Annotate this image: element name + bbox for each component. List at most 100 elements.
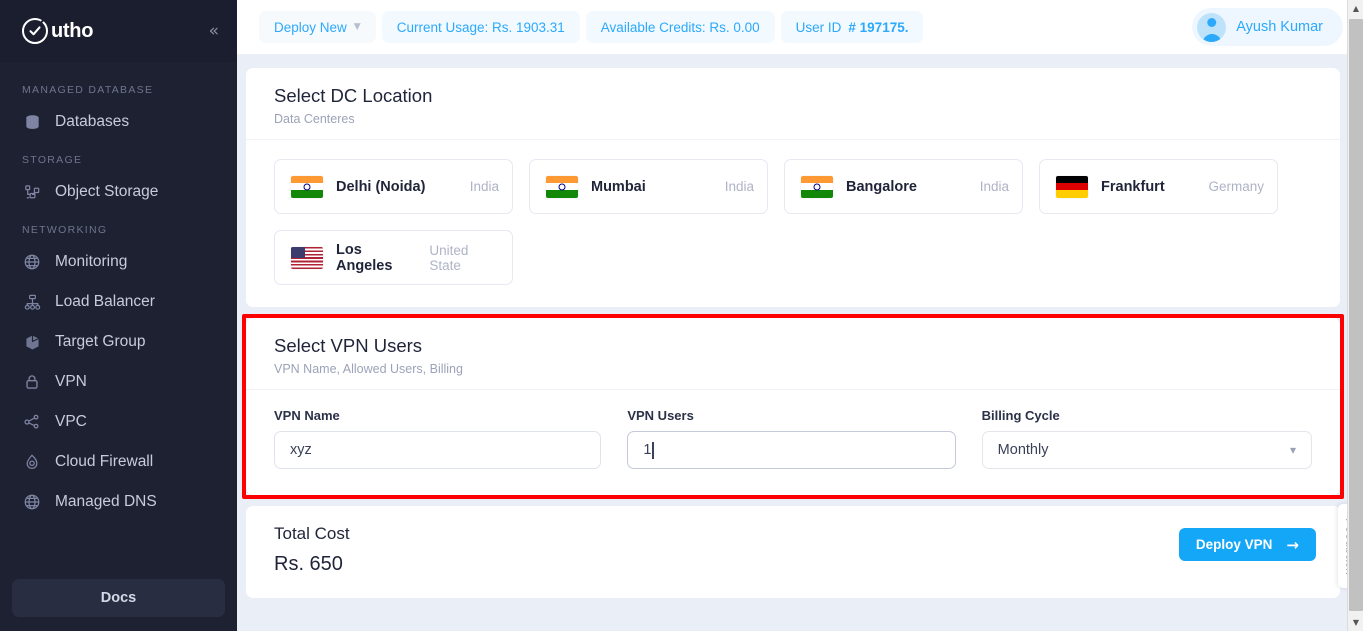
sidebar-nav: MANAGED DATABASE Databases STORAGE Objec… bbox=[0, 62, 237, 522]
dc-city-label: Bangalore bbox=[846, 178, 917, 195]
vpn-users-subtitle: VPN Name, Allowed Users, Billing bbox=[274, 362, 463, 376]
vpn-users-input[interactable]: 1 bbox=[627, 431, 956, 469]
page-title: Select DC Location bbox=[274, 85, 433, 106]
load-balancer-icon bbox=[22, 292, 42, 312]
scrollbar-thumb[interactable] bbox=[1349, 19, 1363, 611]
available-credits-chip[interactable]: Available Credits: Rs. 0.00 bbox=[585, 11, 775, 43]
deploy-new-dropdown[interactable]: Deploy New ▼ bbox=[259, 11, 376, 43]
dc-option-los-angeles[interactable]: Los Angeles United State bbox=[274, 230, 513, 285]
page-scrollbar[interactable]: ▲ ▼ bbox=[1347, 0, 1363, 631]
current-usage-chip[interactable]: Current Usage: Rs. 1903.31 bbox=[381, 11, 580, 43]
dc-location-subtitle: Data Centeres bbox=[274, 112, 355, 126]
vpn-users-section-wrapper: Select VPN Users VPN Name, Allowed Users… bbox=[242, 314, 1344, 499]
firewall-flame-icon bbox=[22, 452, 42, 472]
sidebar-item-vpn[interactable]: VPN bbox=[0, 362, 237, 402]
sidebar-item-label: Databases bbox=[55, 113, 130, 130]
dc-location-grid: Delhi (Noida) India Mumbai India Bangalo… bbox=[246, 140, 1340, 307]
dc-country-label: United State bbox=[429, 242, 469, 273]
sidebar-item-label: Monitoring bbox=[55, 253, 128, 270]
vpn-users-label: VPN Users bbox=[627, 408, 694, 423]
database-icon bbox=[22, 112, 42, 132]
sidebar-item-managed-dns[interactable]: Managed DNS bbox=[0, 482, 237, 522]
chevrons-left-icon[interactable]: « bbox=[209, 22, 219, 40]
sidebar-item-label: Load Balancer bbox=[55, 293, 155, 310]
sidebar-item-object-storage[interactable]: Object Storage bbox=[0, 172, 237, 212]
globe-icon bbox=[22, 252, 42, 272]
flag-india-icon bbox=[291, 175, 323, 198]
sidebar-item-target-group[interactable]: Target Group bbox=[0, 322, 237, 362]
object-storage-icon bbox=[22, 182, 42, 202]
dc-country-label: India bbox=[469, 179, 499, 194]
dc-option-delhi[interactable]: Delhi (Noida) India bbox=[274, 159, 513, 214]
scroll-down-arrow-icon[interactable]: ▼ bbox=[1348, 614, 1363, 631]
user-profile-pill[interactable]: Ayush Kumar bbox=[1192, 8, 1343, 46]
vpn-name-field-group: VPN Name xyz bbox=[274, 408, 602, 469]
user-name-label: Ayush Kumar bbox=[1236, 19, 1323, 35]
sidebar-item-monitoring[interactable]: Monitoring bbox=[0, 242, 237, 282]
sidebar-item-label: Target Group bbox=[55, 333, 146, 350]
deploy-vpn-button[interactable]: Deploy VPN → bbox=[1178, 528, 1316, 561]
vpn-users-value: 1 bbox=[643, 442, 652, 458]
lock-icon bbox=[22, 372, 42, 392]
docs-button[interactable]: Docs bbox=[12, 579, 225, 617]
sidebar-group-label-managed-database: MANAGED DATABASE bbox=[22, 84, 154, 96]
vpn-name-input[interactable]: xyz bbox=[274, 431, 602, 469]
utho-check-logo-icon bbox=[22, 16, 48, 44]
vpn-users-title: Select VPN Users bbox=[274, 335, 423, 356]
dc-city-label: Delhi (Noida) bbox=[336, 178, 426, 195]
user-id-chip[interactable]: User ID # 197175. bbox=[780, 11, 924, 43]
dc-option-frankfurt[interactable]: Frankfurt Germany bbox=[1039, 159, 1278, 214]
total-cost-label: Total Cost bbox=[274, 524, 350, 543]
total-cost-card: Total Cost Rs. 650 Deploy VPN → bbox=[246, 506, 1340, 598]
chevron-down-icon: ▼ bbox=[353, 22, 361, 32]
dc-city-label: Los Angeles bbox=[336, 241, 393, 274]
sidebar-item-label: VPN bbox=[55, 373, 87, 390]
scroll-up-arrow-icon[interactable]: ▲ bbox=[1348, 0, 1363, 17]
vpn-users-field-group: VPN Users 1 bbox=[627, 408, 956, 469]
sidebar-item-databases[interactable]: Databases bbox=[0, 102, 237, 142]
flag-india-icon bbox=[801, 175, 833, 198]
vpn-form-row: VPN Name xyz VPN Users 1 Billing Cycle M… bbox=[246, 390, 1340, 495]
cube-icon bbox=[22, 332, 42, 352]
billing-cycle-field-group: Billing Cycle Monthly ▾ bbox=[981, 408, 1312, 469]
dc-country-label: India bbox=[979, 179, 1009, 194]
sidebar-item-load-balancer[interactable]: Load Balancer bbox=[0, 282, 237, 322]
total-cost-row: Total Cost Rs. 650 Deploy VPN → bbox=[246, 506, 1340, 598]
app-root: utho « MANAGED DATABASE Databases STORAG… bbox=[0, 0, 1363, 631]
flag-usa-icon bbox=[291, 246, 323, 269]
sidebar-group-label-storage: STORAGE bbox=[22, 154, 83, 166]
dc-country-label: Germany bbox=[1208, 179, 1264, 194]
content-area: Select DC Location Data Centeres Delhi (… bbox=[237, 55, 1363, 598]
billing-cycle-label: Billing Cycle bbox=[981, 408, 1060, 423]
billing-cycle-select[interactable]: Monthly ▾ bbox=[981, 431, 1312, 469]
user-id-prefix: User ID bbox=[795, 19, 842, 35]
topbar: Deploy New ▼ Current Usage: Rs. 1903.31 … bbox=[237, 0, 1363, 55]
vpn-users-header: Select VPN Users VPN Name, Allowed Users… bbox=[246, 318, 1340, 390]
brand-name: utho bbox=[51, 19, 94, 42]
arrow-right-icon: → bbox=[1286, 535, 1299, 554]
total-cost-value: Rs. 650 bbox=[274, 553, 343, 575]
dc-location-card: Select DC Location Data Centeres Delhi (… bbox=[246, 68, 1340, 307]
sidebar-item-cloud-firewall[interactable]: Cloud Firewall bbox=[0, 442, 237, 482]
avatar bbox=[1197, 12, 1227, 42]
billing-cycle-value: Monthly bbox=[997, 442, 1049, 458]
dc-city-label: Mumbai bbox=[591, 178, 646, 195]
dc-city-label: Frankfurt bbox=[1101, 178, 1165, 195]
sidebar-item-vpc[interactable]: VPC bbox=[0, 402, 237, 442]
flag-india-icon bbox=[546, 175, 578, 198]
dc-country-label: India bbox=[724, 179, 754, 194]
dc-location-header: Select DC Location Data Centeres bbox=[246, 68, 1340, 140]
sidebar-item-label: Object Storage bbox=[55, 183, 159, 200]
share-nodes-icon bbox=[22, 412, 42, 432]
sidebar-item-label: VPC bbox=[55, 413, 87, 430]
sidebar-group-label-networking: NETWORKING bbox=[22, 224, 108, 236]
deploy-new-label: Deploy New bbox=[274, 19, 347, 35]
globe-icon bbox=[22, 492, 42, 512]
docs-button-wrapper: Docs bbox=[0, 579, 237, 617]
vpn-name-value: xyz bbox=[290, 442, 312, 458]
text-cursor bbox=[652, 441, 654, 459]
dc-option-mumbai[interactable]: Mumbai India bbox=[529, 159, 768, 214]
user-id-value: # 197175. bbox=[848, 19, 909, 35]
sidebar-item-label: Cloud Firewall bbox=[55, 453, 154, 470]
dc-option-bangalore[interactable]: Bangalore India bbox=[784, 159, 1023, 214]
